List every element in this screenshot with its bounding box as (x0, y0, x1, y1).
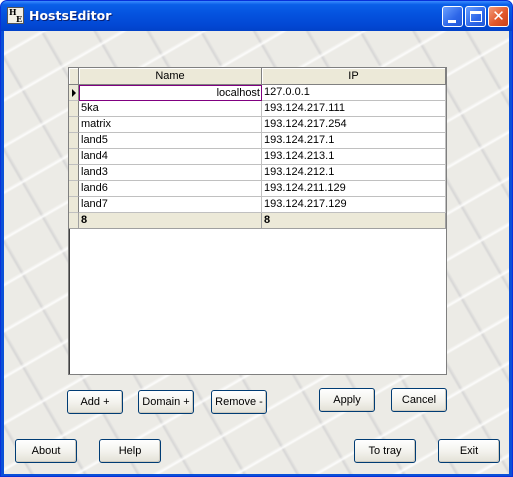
column-header-name[interactable]: Name (79, 68, 262, 85)
grid-header: Name IP (69, 68, 446, 85)
client-area: Name IP localhost 127.0.0.1 5ka 193.124.… (4, 31, 509, 474)
table-row[interactable]: localhost 127.0.0.1 (69, 85, 446, 101)
ip-cell[interactable]: 127.0.0.1 (262, 85, 446, 101)
window-title: HostsEditor (29, 8, 112, 23)
name-cell-editor[interactable]: localhost (79, 85, 262, 101)
table-row[interactable]: 5ka 193.124.217.111 (69, 101, 446, 117)
hosts-grid[interactable]: Name IP localhost 127.0.0.1 5ka 193.124.… (68, 67, 447, 375)
apply-button[interactable]: Apply (319, 388, 375, 412)
ip-cell[interactable]: 193.124.217.111 (262, 101, 446, 117)
table-row[interactable]: matrix 193.124.217.254 (69, 117, 446, 133)
name-cell[interactable]: land3 (79, 165, 262, 181)
footer-indicator (69, 213, 79, 229)
name-cell[interactable]: land5 (79, 133, 262, 149)
ip-cell[interactable]: 193.124.217.1 (262, 133, 446, 149)
about-button[interactable]: About (15, 439, 77, 463)
cancel-button[interactable]: Cancel (391, 388, 447, 412)
row-indicator (69, 181, 79, 197)
close-button[interactable]: ✕ (488, 6, 509, 27)
row-indicator (69, 101, 79, 117)
ip-cell[interactable]: 193.124.217.129 (262, 197, 446, 213)
row-indicator (69, 117, 79, 133)
name-cell[interactable]: matrix (79, 117, 262, 133)
name-cell[interactable]: 5ka (79, 101, 262, 117)
app-icon: H E (7, 7, 24, 24)
header-indicator (69, 68, 79, 85)
name-cell[interactable]: land7 (79, 197, 262, 213)
row-indicator (69, 197, 79, 213)
row-indicator (69, 85, 79, 101)
to-tray-button[interactable]: To tray (354, 439, 416, 463)
table-row[interactable]: land5 193.124.217.1 (69, 133, 446, 149)
table-row[interactable]: land4 193.124.213.1 (69, 149, 446, 165)
ip-cell[interactable]: 193.124.211.129 (262, 181, 446, 197)
table-footer-row: 8 8 (69, 213, 446, 229)
current-row-arrow-icon (72, 89, 76, 97)
app-window: H E HostsEditor ✕ Name IP localhost 127.… (0, 0, 513, 477)
add-button[interactable]: Add + (67, 390, 123, 414)
ip-cell[interactable]: 193.124.212.1 (262, 165, 446, 181)
domain-add-button[interactable]: Domain + (138, 390, 194, 414)
footer-name-count: 8 (79, 213, 262, 229)
maximize-icon (470, 11, 482, 22)
minimize-button[interactable] (442, 6, 463, 27)
help-button[interactable]: Help (99, 439, 161, 463)
row-indicator (69, 133, 79, 149)
exit-button[interactable]: Exit (438, 439, 500, 463)
table-row[interactable]: land6 193.124.211.129 (69, 181, 446, 197)
app-icon-glyph-e: E (16, 14, 23, 24)
table-row[interactable]: land7 193.124.217.129 (69, 197, 446, 213)
title-bar[interactable]: H E HostsEditor ✕ (1, 1, 512, 31)
maximize-button[interactable] (465, 6, 486, 27)
row-indicator (69, 165, 79, 181)
name-cell[interactable]: land4 (79, 149, 262, 165)
ip-cell[interactable]: 193.124.213.1 (262, 149, 446, 165)
close-icon: ✕ (492, 7, 505, 25)
column-header-ip[interactable]: IP (262, 68, 446, 85)
remove-button[interactable]: Remove - (211, 390, 267, 414)
minimize-icon (448, 20, 456, 23)
table-row[interactable]: land3 193.124.212.1 (69, 165, 446, 181)
row-indicator (69, 149, 79, 165)
footer-ip-count: 8 (262, 213, 446, 229)
name-cell[interactable]: land6 (79, 181, 262, 197)
ip-cell[interactable]: 193.124.217.254 (262, 117, 446, 133)
